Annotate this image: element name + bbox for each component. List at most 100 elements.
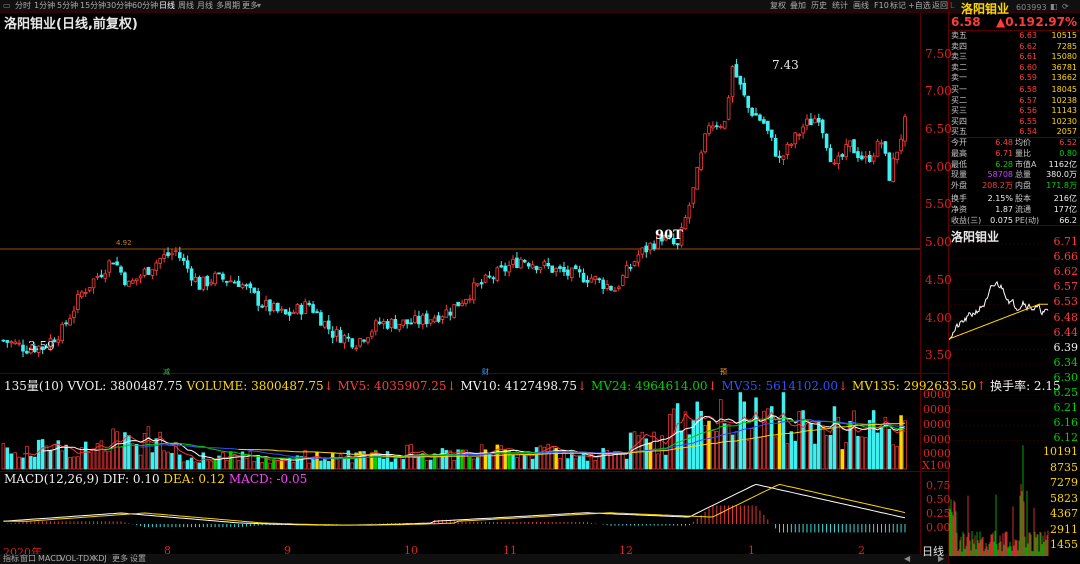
stat-row: 最高 6.71 量比 0.80 [951, 149, 1079, 159]
candle [554, 267, 558, 277]
candle-body [181, 257, 186, 261]
macd-tab[interactable]: MACD [38, 554, 62, 564]
tab-weekly[interactable]: 周线 [178, 0, 194, 12]
candle-body [495, 267, 500, 281]
volume-bar [887, 428, 892, 470]
indicator-button[interactable]: 指标 [3, 554, 19, 564]
bid-row[interactable]: 买三 6.56 11143 [951, 106, 1079, 117]
low-annotation: 3.59 [28, 339, 55, 353]
candle [797, 132, 801, 141]
candle [468, 294, 472, 304]
candle [264, 295, 268, 311]
ask-row[interactable]: 卖三 6.61 15080 [951, 52, 1079, 63]
tab-more[interactable]: 更多 [242, 0, 258, 12]
stats-button[interactable]: 统计 [832, 0, 848, 12]
candle [456, 301, 460, 307]
candle-body [72, 310, 76, 318]
tab-5min[interactable]: 5分钟 [57, 0, 78, 12]
volume-bar [33, 456, 37, 470]
candle-body [766, 120, 770, 131]
back-button[interactable]: 返回 [932, 0, 948, 12]
scroll-left-icon[interactable]: ◀ [904, 554, 910, 563]
candle-body [13, 341, 17, 345]
vol-tdx-tab[interactable]: VOL-TDX [60, 554, 95, 564]
window-button[interactable]: 窗口 [20, 554, 36, 564]
candle-body [440, 316, 445, 320]
tab-monthly[interactable]: 月线 [197, 0, 213, 12]
volume-bar [644, 438, 649, 470]
volume-bar [44, 445, 49, 470]
tab-multi-period[interactable]: 多周期 [216, 0, 240, 12]
volume-bar [526, 453, 531, 470]
tab-fenshi[interactable]: 分时 [15, 0, 31, 12]
volume-bar [879, 426, 884, 470]
ask-row[interactable]: 卖一 6.59 13662 [951, 73, 1079, 84]
candle [244, 283, 249, 290]
bid-row[interactable]: 买二 6.57 10238 [951, 96, 1079, 107]
candle [1, 339, 6, 342]
refresh-icon[interactable]: ⟳ [1062, 2, 1069, 11]
candle [471, 277, 476, 304]
event-mark-1[interactable]: 减 [163, 367, 170, 377]
intraday-mini-chart[interactable] [949, 240, 1049, 558]
f10-button[interactable]: F10 [874, 0, 889, 12]
overlay-button[interactable]: 叠加 [790, 0, 806, 12]
kdj-tab[interactable]: KDJ [93, 554, 107, 564]
candlestick-chart[interactable] [0, 28, 920, 373]
scroll-right-icon[interactable]: ▶ [938, 554, 944, 563]
volume-bar [87, 452, 92, 470]
fuquan-button[interactable]: 复权 [770, 0, 786, 12]
chevron-down-icon[interactable]: ▾ [257, 0, 261, 12]
volume-chart[interactable] [0, 389, 920, 471]
volume-bar [621, 452, 625, 470]
candle [550, 265, 554, 274]
stat-value: 58708 [987, 170, 1013, 180]
candle-body [875, 140, 880, 157]
tab-1min[interactable]: 1分钟 [34, 0, 55, 12]
ask-row[interactable]: 卖四 6.62 7285 [951, 42, 1079, 53]
candle [538, 267, 543, 274]
candle [80, 290, 84, 299]
candle [452, 304, 456, 319]
menu-icon[interactable]: ▭ [3, 0, 11, 12]
candle [648, 242, 652, 255]
candle [867, 150, 872, 163]
candle-body [68, 318, 72, 326]
volume-bar [440, 448, 445, 470]
volume-bar [1, 443, 6, 470]
ask-row[interactable]: 卖五 6.63 10515 [951, 31, 1079, 42]
candle-body [730, 66, 735, 98]
candle [189, 266, 194, 287]
candle-body [687, 204, 692, 219]
add-watchlist-button[interactable]: +自选 [908, 0, 931, 12]
bid-row[interactable]: 买一 6.58 18045 [951, 85, 1079, 96]
candle-body [515, 257, 519, 268]
info-icon[interactable]: ◧ [1050, 2, 1058, 11]
tab-daily[interactable]: 日线 [159, 0, 175, 12]
bid-row[interactable]: 买四 6.55 10230 [951, 117, 1079, 128]
candle-body [162, 254, 166, 259]
macd-chart[interactable] [0, 484, 920, 542]
candle [754, 107, 758, 116]
candle-body [570, 267, 574, 278]
candle-body [887, 152, 892, 181]
candle [742, 77, 747, 98]
ask-row[interactable]: 卖二 6.60 36781 [951, 63, 1079, 74]
draw-button[interactable]: 画线 [853, 0, 869, 12]
event-mark-2[interactable]: 财 [482, 367, 489, 377]
candle [597, 277, 602, 283]
stat-value: 2.15% [987, 194, 1013, 203]
history-button[interactable]: 历史 [811, 0, 827, 12]
volume-bar [730, 434, 735, 470]
event-mark-3[interactable]: 预 [720, 367, 727, 377]
more-button[interactable]: 更多 [112, 554, 128, 564]
candle [769, 129, 774, 142]
tab-15min[interactable]: 15分钟 [80, 0, 106, 12]
tab-60min[interactable]: 60分钟 [132, 0, 158, 12]
settings-button[interactable]: 设置 [130, 554, 146, 564]
candle-body [793, 132, 798, 145]
mark-button[interactable]: 标记 [890, 0, 906, 12]
y-tick-450: 4.50 [925, 273, 952, 287]
candle-body [448, 311, 453, 316]
tab-30min[interactable]: 30分钟 [106, 0, 132, 12]
